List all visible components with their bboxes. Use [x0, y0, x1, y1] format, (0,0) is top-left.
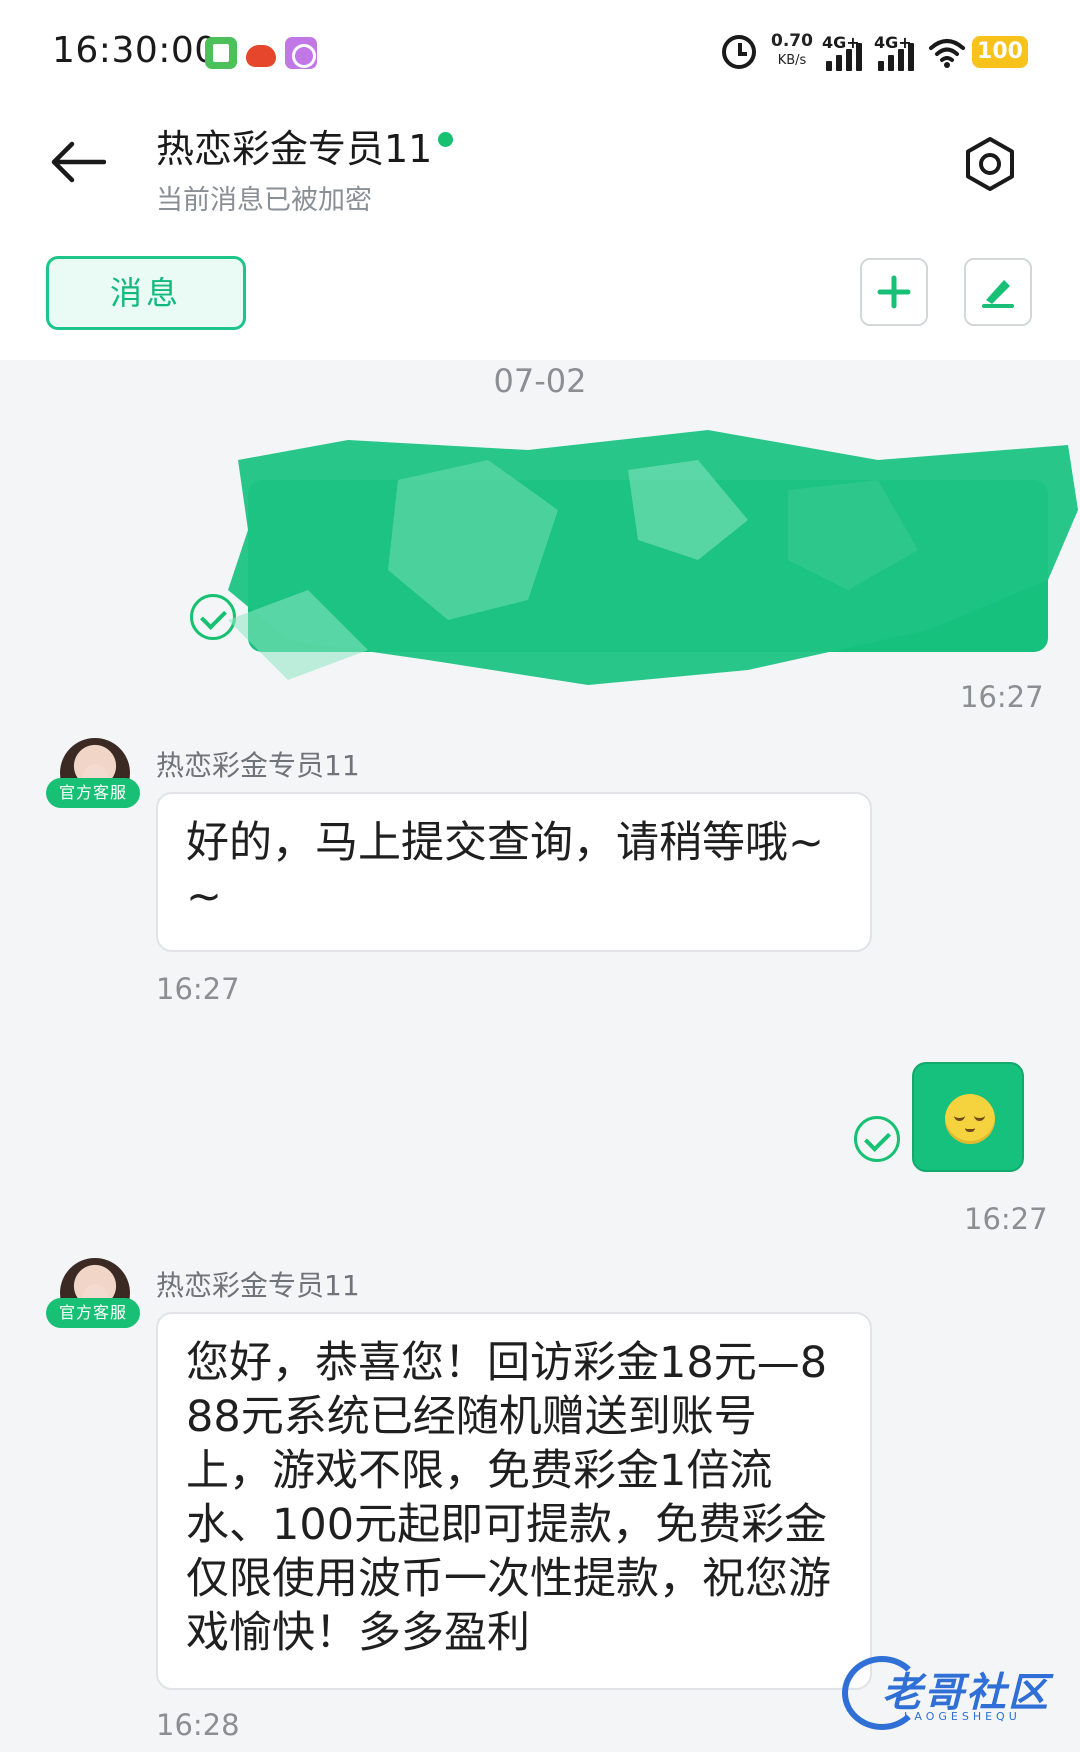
- date-separator: 07-02: [493, 362, 587, 400]
- signal-label-1: 4G+: [822, 33, 860, 52]
- back-arrow-icon[interactable]: [50, 140, 107, 184]
- signal-label-2: 4G+: [874, 33, 912, 52]
- watermark-subtext: LAOGESHEQU: [904, 1710, 1021, 1723]
- official-service-badge: 官方客服: [46, 1298, 140, 1328]
- incoming-message-bubble[interactable]: 您好，恭喜您！回访彩金18元—888元系统已经随机赠送到账号上，游戏不限，免费彩…: [156, 1312, 872, 1690]
- settings-icon[interactable]: [962, 136, 1018, 192]
- wifi-icon: [928, 37, 966, 69]
- net-speed-unit: KB/s: [777, 53, 807, 68]
- read-check-icon: [854, 1116, 900, 1162]
- status-time: 16:30:00: [52, 30, 218, 71]
- encryption-notice: 当前消息已被加密: [156, 185, 372, 216]
- outgoing-emoji-bubble[interactable]: [912, 1062, 1024, 1172]
- plus-icon: [877, 275, 911, 309]
- sender-name: 热恋彩金专员11: [156, 1269, 360, 1302]
- red-app-icon: [245, 37, 277, 69]
- incoming-message-bubble[interactable]: 好的，马上提交查询，请稍等哦~~: [156, 792, 872, 952]
- official-service-badge: 官方客服: [46, 778, 140, 808]
- online-status-dot: [438, 132, 453, 147]
- edit-button[interactable]: [964, 258, 1032, 326]
- message-time: 16:28: [156, 1708, 240, 1742]
- chat-title: 热恋彩金专员11: [156, 127, 433, 171]
- signal-icon-1: 4G+: [822, 33, 868, 71]
- relieved-face-emoji-icon: [945, 1094, 995, 1144]
- message-time: 16:27: [960, 680, 1044, 714]
- pencil-icon: [982, 280, 1014, 308]
- notes-app-icon: [205, 37, 237, 69]
- message-time: 16:27: [156, 972, 240, 1006]
- battery-indicator: 100: [972, 36, 1028, 68]
- tab-message[interactable]: 消息: [46, 256, 246, 330]
- add-button[interactable]: [860, 258, 928, 326]
- redacted-message-bubble[interactable]: [228, 420, 1078, 690]
- watermark-logo: 老哥社区 LAOGESHEQU: [842, 1656, 1068, 1730]
- redaction-scribble: [228, 430, 1078, 685]
- sender-name: 热恋彩金专员11: [156, 749, 360, 782]
- alarm-icon: [722, 35, 756, 69]
- net-speed-value: 0.70: [771, 31, 813, 51]
- signal-icon-2: 4G+: [874, 33, 920, 71]
- message-time: 16:27: [964, 1202, 1048, 1236]
- net-speed: 0.70 KB/s: [768, 31, 816, 68]
- purple-app-icon: [285, 37, 317, 69]
